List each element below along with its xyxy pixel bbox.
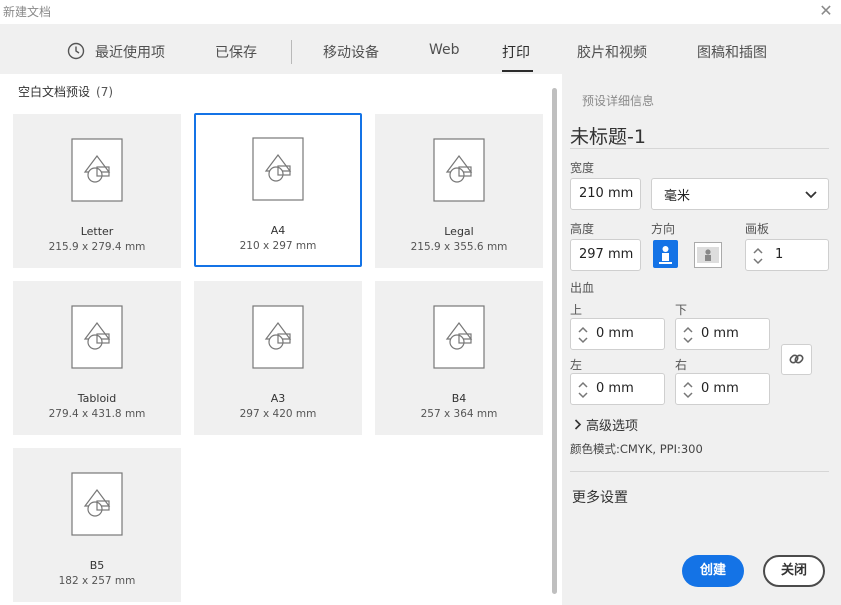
stepper-arrows-icon[interactable]: [681, 324, 695, 346]
preset-name: Tabloid: [77, 392, 117, 405]
preset-card-a3[interactable]: A3 297 x 420 mm: [194, 281, 362, 435]
height-value: 297 mm: [579, 247, 634, 262]
preset-card-legal[interactable]: Legal 215.9 x 355.6 mm: [375, 114, 543, 268]
preset-card-b4[interactable]: B4 257 x 364 mm: [375, 281, 543, 435]
preset-size: 215.9 x 355.6 mm: [410, 241, 508, 253]
clock-icon: [67, 42, 85, 64]
stepper-arrows-icon[interactable]: [681, 379, 695, 401]
preset-details-panel: 预设详细信息 未标题-1 宽度 210 mm 毫米 高度 297 mm 方向 画…: [562, 74, 841, 605]
height-label: 高度: [570, 222, 595, 236]
more-settings-button[interactable]: 更多设置: [572, 487, 628, 507]
close-icon[interactable]: ✕: [817, 2, 835, 20]
title-bar: 新建文档 ✕: [0, 0, 841, 24]
landscape-icon: [697, 247, 719, 263]
document-icon: [433, 305, 485, 369]
unit-value: 毫米: [664, 189, 691, 204]
preset-name: A4: [270, 224, 286, 237]
landscape-orientation-button[interactable]: [694, 242, 722, 268]
presets-header: 空白文档预设 (7): [18, 83, 113, 100]
preset-card-letter[interactable]: Letter 215.9 x 279.4 mm: [13, 114, 181, 268]
preset-card-a4[interactable]: A4 210 x 297 mm: [194, 113, 362, 267]
preset-size: 297 x 420 mm: [239, 408, 317, 420]
bleed-bottom-value: 0 mm: [701, 326, 739, 341]
preset-size: 182 x 257 mm: [58, 575, 136, 587]
portrait-orientation-button[interactable]: [653, 240, 678, 268]
preset-name: Legal: [444, 225, 474, 238]
presets-count: (7): [96, 85, 114, 99]
divider: [570, 471, 829, 472]
advanced-options-toggle[interactable]: 高级选项: [574, 415, 638, 434]
tab-mobile[interactable]: 移动设备: [323, 42, 379, 62]
window-title: 新建文档: [3, 5, 52, 19]
preset-size: 215.9 x 279.4 mm: [48, 241, 146, 253]
stepper-arrows-icon[interactable]: [751, 245, 765, 267]
portrait-icon: [659, 246, 672, 264]
preset-size: 279.4 x 431.8 mm: [48, 408, 146, 420]
document-icon: [71, 305, 123, 369]
document-title-input[interactable]: 未标题-1: [570, 122, 646, 149]
tab-film-video[interactable]: 胶片和视频: [577, 42, 647, 62]
width-input[interactable]: 210 mm: [570, 178, 641, 210]
presets-scrollbar[interactable]: [552, 88, 557, 594]
bleed-top-input[interactable]: 0 mm: [570, 318, 665, 350]
tab-recent[interactable]: 最近使用项: [95, 42, 165, 62]
preset-name: Letter: [80, 225, 114, 238]
bleed-label: 出血: [570, 281, 595, 295]
bleed-right-input[interactable]: 0 mm: [675, 373, 770, 405]
bleed-left-input[interactable]: 0 mm: [570, 373, 665, 405]
document-icon: [252, 137, 304, 201]
advanced-options-label: 高级选项: [586, 419, 639, 434]
bleed-bottom-label: 下: [675, 303, 688, 317]
presets-title: 空白文档预设: [18, 85, 91, 99]
stepper-arrows-icon[interactable]: [576, 324, 590, 346]
color-mode-text: 颜色模式:CMYK, PPI:300: [570, 442, 703, 456]
preset-card-b5[interactable]: B5 182 x 257 mm: [13, 448, 181, 602]
bleed-right-label: 右: [675, 358, 688, 372]
document-icon: [252, 305, 304, 369]
bleed-left-label: 左: [570, 358, 583, 372]
orientation-label: 方向: [651, 222, 676, 236]
preset-name: A3: [270, 392, 286, 405]
document-icon: [433, 138, 485, 202]
bleed-top-label: 上: [570, 303, 583, 317]
bleed-left-value: 0 mm: [596, 381, 634, 396]
chevron-right-icon: [574, 419, 582, 434]
bleed-bottom-input[interactable]: 0 mm: [675, 318, 770, 350]
bleed-top-value: 0 mm: [596, 326, 634, 341]
tab-web[interactable]: Web: [429, 42, 460, 58]
presets-panel: 空白文档预设 (7) Letter 215.9 x 279.4 mm A4 210…: [0, 74, 562, 605]
preset-size: 210 x 297 mm: [239, 240, 317, 252]
document-icon: [71, 138, 123, 202]
artboard-value: 1: [775, 247, 784, 262]
width-label: 宽度: [570, 161, 595, 175]
preset-name: B5: [89, 559, 105, 572]
stepper-arrows-icon[interactable]: [576, 379, 590, 401]
tab-art-illustration[interactable]: 图稿和插图: [697, 42, 767, 62]
details-header: 预设详细信息: [582, 94, 655, 108]
link-icon: [789, 354, 804, 364]
link-bleed-button[interactable]: [781, 344, 812, 375]
title-underline: [570, 148, 829, 149]
width-value: 210 mm: [579, 186, 634, 201]
artboard-count-input[interactable]: 1: [745, 239, 829, 271]
unit-select[interactable]: 毫米: [651, 178, 829, 210]
bleed-right-value: 0 mm: [701, 381, 739, 396]
preset-size: 257 x 364 mm: [420, 408, 498, 420]
close-button[interactable]: 关闭: [763, 555, 825, 587]
tab-divider: [291, 40, 292, 64]
preset-card-tabloid[interactable]: Tabloid 279.4 x 431.8 mm: [13, 281, 181, 435]
height-input[interactable]: 297 mm: [570, 239, 641, 271]
document-icon: [71, 472, 123, 536]
chevron-down-icon: [805, 191, 817, 199]
create-button[interactable]: 创建: [682, 555, 744, 587]
artboard-label: 画板: [745, 222, 770, 236]
preset-name: B4: [451, 392, 467, 405]
active-tab-indicator: [502, 70, 533, 72]
tab-saved[interactable]: 已保存: [215, 42, 257, 62]
tab-print[interactable]: 打印: [502, 42, 530, 62]
